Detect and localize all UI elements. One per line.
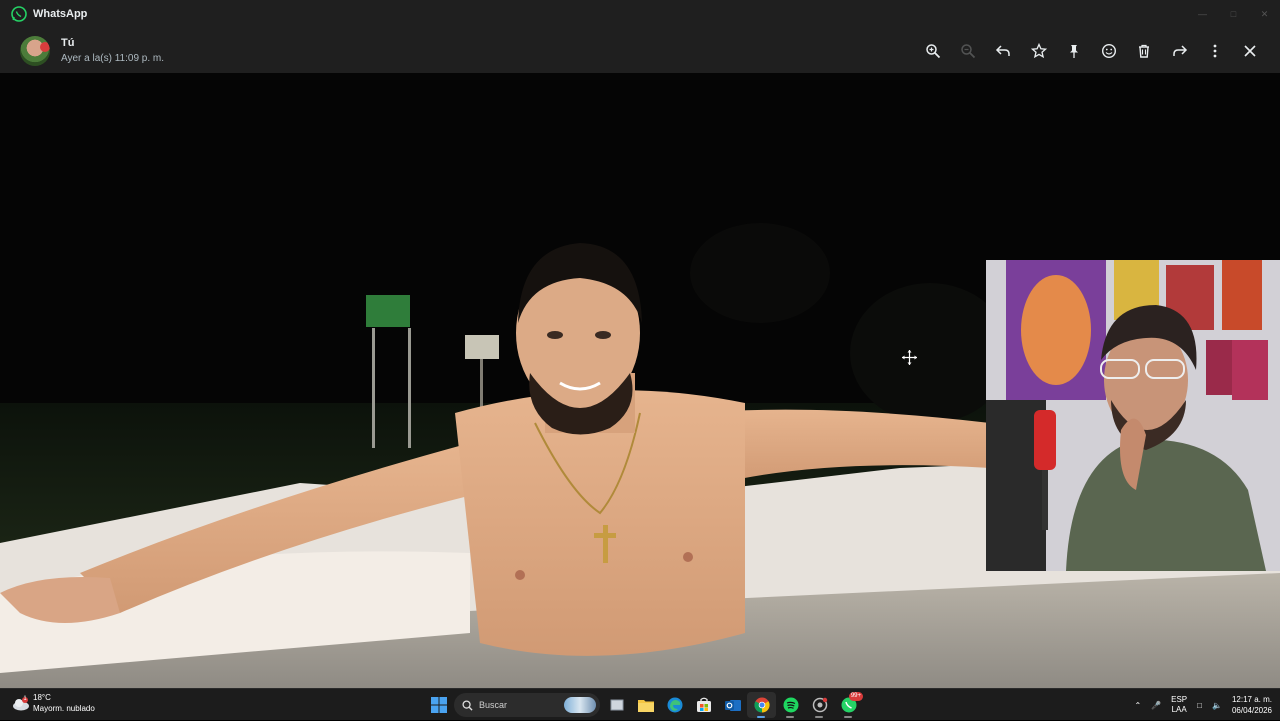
clock[interactable]: 12:17 a. m. 06/04/2026 [1232, 694, 1272, 716]
delete-button[interactable] [1127, 33, 1162, 68]
title-bar: WhatsApp — □ ✕ [0, 0, 1280, 28]
start-button[interactable] [424, 692, 453, 718]
weather-alert-badge: 1 [23, 695, 27, 702]
avatar[interactable] [20, 36, 50, 66]
language-top: ESP [1171, 695, 1188, 704]
search-placeholder: Buscar [479, 700, 508, 710]
outlook-button[interactable] [718, 692, 747, 718]
taskbar-apps: Buscar 99+ [424, 692, 863, 718]
emoji-icon [1102, 43, 1117, 58]
sender-timestamp: Ayer a la(s) 11:09 p. m. [61, 53, 165, 64]
whatsapp-taskbar-button[interactable]: 99+ [834, 692, 863, 718]
edge-icon [667, 697, 682, 713]
pin-button[interactable] [1056, 33, 1091, 68]
spotify-button[interactable] [776, 692, 805, 718]
network-icon[interactable]: □ [1197, 701, 1202, 710]
chrome-button[interactable] [747, 692, 776, 718]
reply-button[interactable] [986, 33, 1021, 68]
task-view-button[interactable] [602, 692, 631, 718]
more-vertical-icon [1213, 44, 1217, 57]
media-viewer-header: Tú Ayer a la(s) 11:09 p. m. [0, 28, 1280, 73]
forward-button[interactable] [1162, 33, 1197, 68]
zoom-in-icon [925, 43, 940, 58]
zoom-out-icon [961, 43, 976, 58]
chevron-up-icon[interactable]: ⌃ [1134, 701, 1141, 710]
search-icon [462, 699, 473, 711]
react-button[interactable] [1092, 33, 1127, 68]
folder-icon [637, 700, 654, 712]
store-button[interactable] [689, 692, 718, 718]
star-icon [1030, 42, 1047, 58]
close-icon [1244, 44, 1256, 57]
task-view-icon [610, 699, 623, 711]
language-indicator[interactable]: ESP LAA [1171, 695, 1187, 715]
store-icon [696, 697, 711, 712]
clock-time: 12:17 a. m. [1231, 695, 1272, 704]
clock-date: 06/04/2026 [1231, 706, 1272, 715]
pin-icon [1069, 44, 1078, 58]
media-viewer[interactable] [0, 73, 1280, 688]
whatsapp-logo-icon [11, 6, 27, 22]
zoom-in-button[interactable] [915, 33, 950, 68]
delete-icon [1139, 44, 1150, 58]
webcam-overlay [986, 260, 1280, 571]
system-tray: ⌃ 🎤 ESP LAA □ 🔈 12:17 a. m. 06/04/2026 [1124, 689, 1272, 721]
zoom-out-button[interactable] [950, 33, 985, 68]
move-cursor-icon [902, 350, 917, 365]
file-explorer-button[interactable] [631, 692, 660, 718]
windows-logo-icon [430, 697, 447, 713]
chrome-icon [753, 697, 770, 713]
maximize-button[interactable]: □ [1218, 0, 1249, 28]
app-title: WhatsApp [33, 8, 88, 20]
weather-description: Mayorm. nublado [33, 704, 95, 713]
forward-icon [1173, 44, 1187, 56]
star-button[interactable] [1021, 33, 1056, 68]
taskbar-search[interactable]: Buscar [454, 693, 600, 717]
webcam-feed [986, 260, 1280, 571]
sender-name: Tú [61, 37, 75, 49]
window-close-button[interactable]: ✕ [1249, 0, 1280, 28]
mail-icon [724, 700, 741, 711]
search-highlight-image [564, 697, 596, 713]
edge-button[interactable] [660, 692, 689, 718]
close-viewer-button[interactable] [1233, 33, 1268, 68]
media-toolbar [915, 33, 1268, 68]
volume-icon[interactable]: 🔈 [1212, 701, 1222, 710]
spotify-icon [783, 697, 798, 713]
windows-taskbar: 1 18°C Mayorm. nublado Buscar 99+ ⌃ 🎤 ES… [0, 688, 1280, 720]
app-button[interactable] [805, 692, 834, 718]
recording-app-icon [812, 697, 827, 713]
weather-widget[interactable]: 1 18°C Mayorm. nublado [12, 693, 95, 714]
unread-badge: 99+ [848, 692, 863, 701]
cloudy-weather-icon: 1 [12, 695, 30, 711]
reply-icon [996, 44, 1011, 56]
language-bottom: LAA [1171, 705, 1187, 714]
weather-temperature: 18°C [33, 693, 51, 702]
microphone-icon[interactable]: 🎤 [1151, 701, 1161, 710]
minimize-button[interactable]: — [1187, 0, 1218, 28]
more-options-button[interactable] [1197, 33, 1232, 68]
